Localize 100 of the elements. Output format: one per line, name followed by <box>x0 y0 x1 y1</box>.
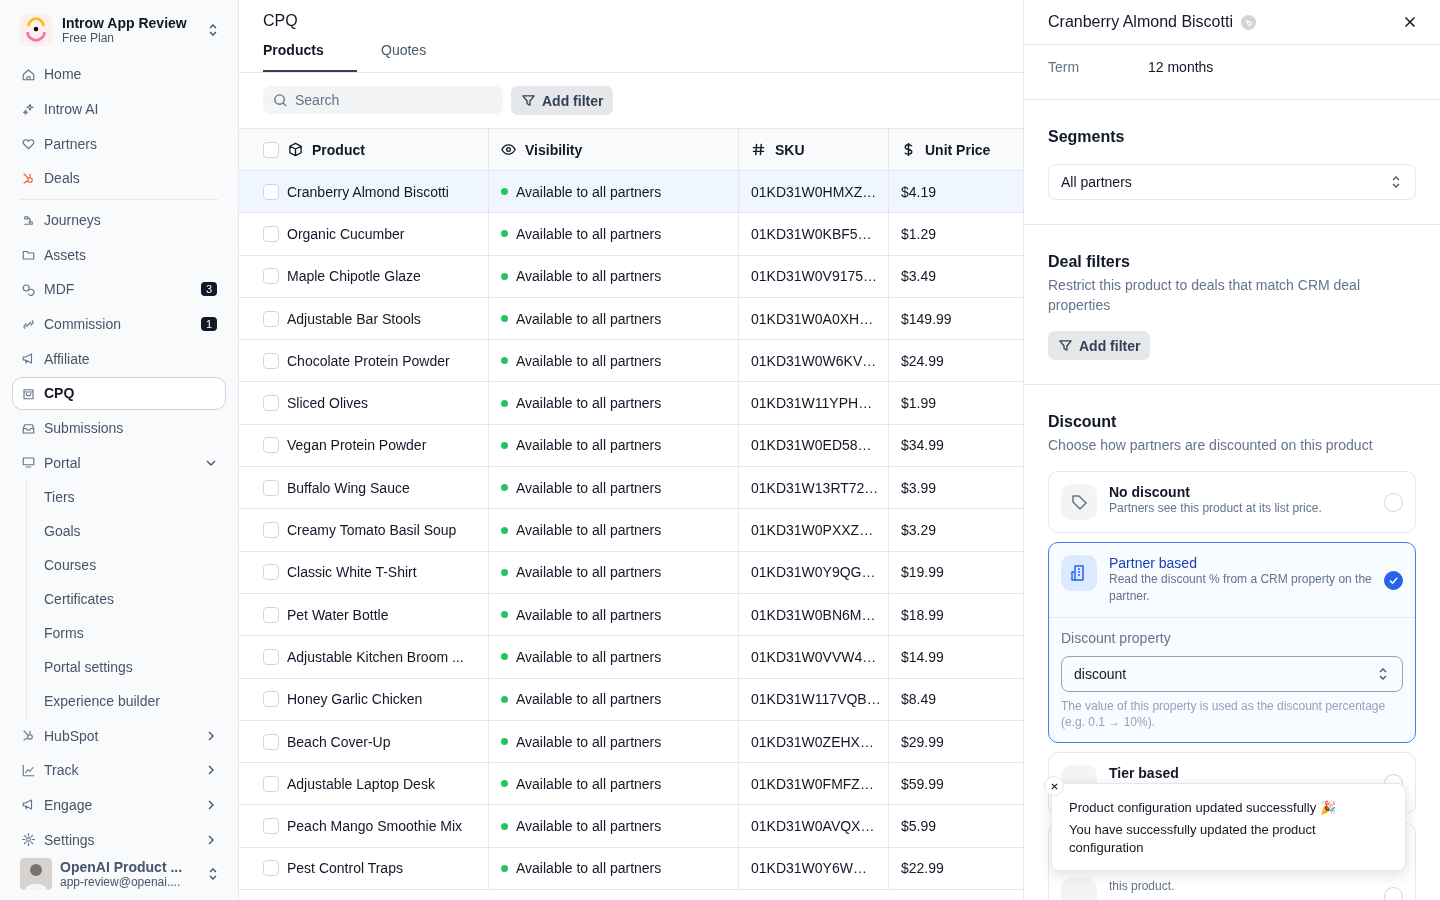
table-cell: Available to all partners <box>516 606 662 623</box>
checkbox[interactable] <box>263 183 279 200</box>
table-row[interactable]: Buffalo Wing Sauce Available to all partners 01KD31W13RT72… $3.99 <box>239 467 1023 510</box>
discount-option[interactable]: No discount Partners see this product at its list price. <box>1048 471 1416 533</box>
sidebar-subitem[interactable]: Forms <box>44 617 226 650</box>
sidebar-item[interactable]: Partners <box>12 127 226 161</box>
sidebar-subitem[interactable]: Goals <box>44 515 226 548</box>
checkbox[interactable] <box>263 606 279 623</box>
checkbox[interactable] <box>263 268 279 285</box>
table-row[interactable]: Adjustable Kitchen Broom ... Available to all partners 01KD31W0VVW4… $14.99 <box>239 636 1023 679</box>
sidebar-subitem[interactable]: Portal settings <box>44 651 226 684</box>
sidebar-item[interactable]: MDF 3 <box>12 273 226 306</box>
table-row[interactable]: Pet Water Bottle Available to all partners 01KD31W0BN6M… $18.99 <box>239 593 1023 637</box>
sidebar-item[interactable]: Portal <box>12 446 226 480</box>
search-field[interactable]: Search <box>263 86 503 114</box>
eye-icon <box>501 142 516 157</box>
table-cell: $3.29 <box>901 522 937 538</box>
checkbox[interactable] <box>263 522 279 538</box>
table-row[interactable]: Honey Garlic Chicken Available to all partners 01KD31W117VQB… $8.49 <box>239 678 1023 721</box>
table-cell: Available to all partners <box>516 352 662 369</box>
tab[interactable]: Products <box>263 42 357 72</box>
sidebar-item[interactable]: Track <box>12 753 226 787</box>
count-badge: 1 <box>200 317 217 332</box>
table-cell: Buffalo Wing Sauce <box>287 479 410 496</box>
section-title: Deal filters <box>1048 253 1130 271</box>
sidebar-subitem[interactable]: Tiers <box>44 481 226 514</box>
table-cell: $22.99 <box>901 860 944 877</box>
checkbox[interactable] <box>263 141 279 158</box>
table-row[interactable]: Maple Chipotle Glaze Available to all partners 01KD31W0V9175… $3.49 <box>239 255 1023 298</box>
table-row[interactable]: Peach Mango Smoothie Mix Available to all partners 01KD31W0AVQX… $5.99 <box>239 805 1023 848</box>
sidebar-item[interactable]: Submissions <box>12 411 226 445</box>
table-row[interactable]: Pest Control Traps Available to all partners 01KD31W0Y6W… $22.99 <box>239 847 1023 891</box>
chart-icon <box>21 762 36 778</box>
checkbox[interactable] <box>263 691 279 708</box>
sidebar-item[interactable]: Deals <box>12 162 226 195</box>
checkbox[interactable] <box>263 310 279 327</box>
toast-message: You have successfully updated the product configuration <box>1069 821 1317 857</box>
sidebar-subitem[interactable]: Courses <box>44 549 226 582</box>
table-row[interactable]: Adjustable Bar Stools Available to all partners 01KD31W0A0XH… $149.99 <box>239 297 1023 341</box>
sidebar-item[interactable]: Introw AI <box>12 92 226 126</box>
table-cell: Maple Chipotle Glaze <box>287 268 421 285</box>
checkbox[interactable] <box>263 479 279 496</box>
checkbox[interactable] <box>263 860 279 877</box>
add-filter-button[interactable]: Add filter <box>1048 331 1151 360</box>
sidebar-item[interactable]: CPQ <box>12 377 226 410</box>
checkbox[interactable] <box>263 225 279 242</box>
checkbox[interactable] <box>263 818 279 835</box>
close-icon[interactable] <box>1404 16 1416 28</box>
tab[interactable]: Quotes <box>381 42 475 72</box>
table-row[interactable]: Chocolate Protein Powder Available to all partners 01KD31W0W6KV… $24.99 <box>239 340 1023 383</box>
toast-close-button[interactable] <box>1044 776 1064 796</box>
table-cell: Sliced Olives <box>287 395 368 412</box>
table-row[interactable]: Sliced Olives Available to all partners 01KD31W11YPH… $1.99 <box>239 382 1023 425</box>
table-cell: Adjustable Laptop Desk <box>287 775 435 792</box>
sidebar-item[interactable]: Engage <box>12 788 226 822</box>
table-row[interactable]: Classic White T-Shirt Available to all partners 01KD31W0Y9QG… $19.99 <box>239 551 1023 594</box>
table-row[interactable]: Beach Cover-Up Available to all partners 01KD31W0ZEHX… $29.99 <box>239 720 1023 764</box>
sidebar-item[interactable]: Affiliate <box>12 342 226 376</box>
chevron-updown-icon[interactable] <box>208 22 218 38</box>
table-row[interactable]: Organic Cucumber Available to all partners 01KD31W0KBF5… $1.29 <box>239 213 1023 256</box>
checkbox[interactable] <box>263 733 279 750</box>
sidebar-item[interactable]: Home <box>12 58 226 91</box>
filter-icon <box>1058 338 1073 353</box>
sidebar-item[interactable]: Commission 1 <box>12 307 226 341</box>
table-row[interactable]: Adjustable Laptop Desk Available to all partners 01KD31W0FMFZ… $59.99 <box>239 763 1023 806</box>
checkbox[interactable] <box>263 775 279 792</box>
table-cell: $3.99 <box>901 479 937 496</box>
table-cell: Honey Garlic Chicken <box>287 691 423 708</box>
sidebar-subitem[interactable]: Certificates <box>44 583 226 616</box>
section-description: Choose how partners are discounted on this product <box>1048 436 1373 455</box>
option-title: Tier based <box>1109 765 1180 781</box>
discount-option[interactable]: Partner based Read the discount % from a CRM property on the partner. Discount property discount The value of this property is used as the discount percentage (e.g. 0.1 → 10%). <box>1048 542 1416 743</box>
checkbox[interactable] <box>263 564 279 581</box>
table-cell: $1.29 <box>901 225 937 242</box>
table-cell: Available to all partners <box>516 691 662 708</box>
table-cell: 01KD31W0A0XH… <box>751 310 874 327</box>
checkbox[interactable] <box>263 437 279 454</box>
table-cell: Available to all partners <box>516 225 662 242</box>
add-filter-button[interactable]: Add filter <box>511 86 614 115</box>
checkbox[interactable] <box>263 648 279 665</box>
tag-icon <box>1069 492 1089 512</box>
status-dot <box>501 230 508 238</box>
table-row[interactable]: Cranberry Almond Biscotti Available to all partners 01KD31W0HMXZ… $4.19 <box>239 171 1023 214</box>
sparkle-icon <box>21 101 36 117</box>
field-value: 12 months <box>1148 59 1214 75</box>
sidebar-subitem[interactable]: Experience builder <box>44 685 226 718</box>
checkbox[interactable] <box>263 395 279 412</box>
sidebar-item[interactable]: Assets <box>12 238 226 272</box>
property-select[interactable]: discount <box>1061 656 1403 692</box>
radio-button[interactable] <box>1384 570 1403 590</box>
table-row[interactable]: Vegan Protein Powder Available to all partners 01KD31W0ED58… $34.99 <box>239 424 1023 468</box>
avatar <box>20 857 52 890</box>
status-dot <box>501 568 508 576</box>
sidebar-item[interactable]: HubSpot <box>12 719 226 752</box>
table-row[interactable]: Creamy Tomato Basil Soup Available to all partners 01KD31W0PXXZ… $3.29 <box>239 509 1023 552</box>
sidebar-item[interactable]: Journeys <box>12 203 226 237</box>
checkbox[interactable] <box>263 352 279 369</box>
table-cell: 01KD31W0HMXZ… <box>751 183 877 200</box>
sidebar-item[interactable]: Settings <box>12 823 226 856</box>
segment-select[interactable]: All partners <box>1048 164 1416 200</box>
